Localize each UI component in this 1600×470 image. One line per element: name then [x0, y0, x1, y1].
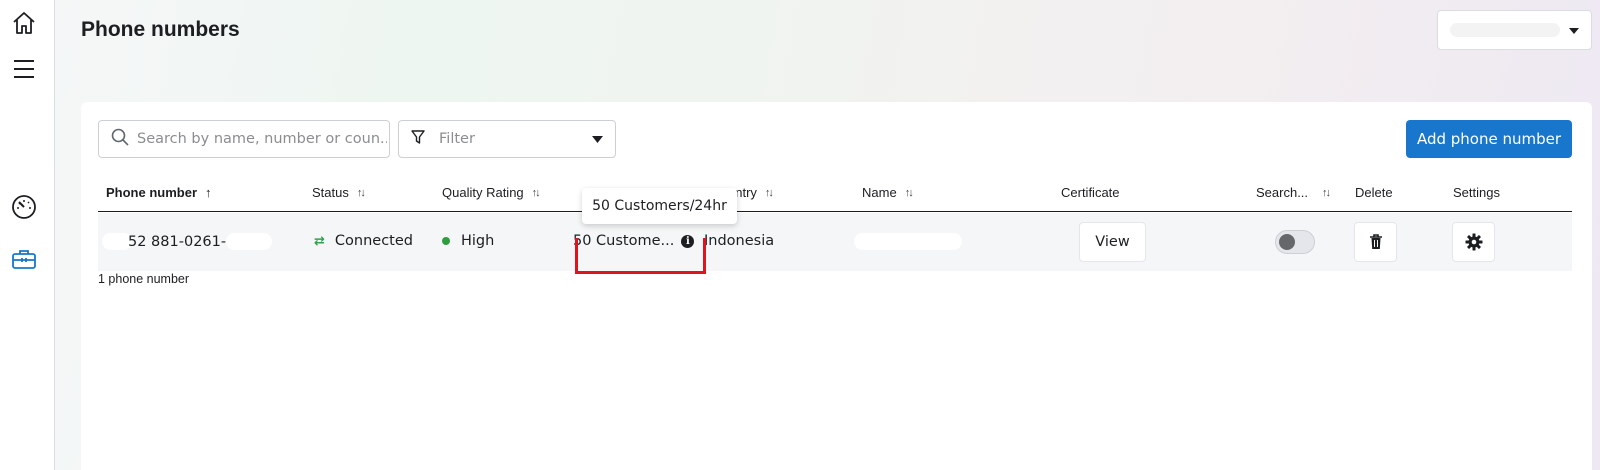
quality-rating-cell: High: [442, 233, 494, 249]
settings-button[interactable]: [1452, 222, 1495, 262]
search-box[interactable]: [98, 120, 390, 158]
column-header-search[interactable]: Search... ↑↓: [1256, 185, 1331, 200]
account-name-redacted: [1450, 23, 1560, 37]
column-header-status[interactable]: Status ↑↓: [312, 185, 366, 200]
caret-down-icon: [1569, 21, 1579, 39]
sort-ascending-icon: ↑: [205, 185, 212, 200]
sort-icon: ↑↓: [904, 186, 914, 199]
page-title: Phone numbers: [81, 18, 240, 41]
info-icon[interactable]: i: [681, 234, 695, 248]
sort-icon: ↑↓: [356, 186, 366, 199]
column-header-settings: Settings: [1453, 185, 1500, 200]
search-toggle[interactable]: [1275, 230, 1315, 254]
redacted-text: [854, 233, 962, 250]
table-header: Phone number ↑ Status ↑↓ Quality Rating ↑↓ …: [98, 174, 1572, 212]
column-header-quality-rating[interactable]: Quality Rating ↑↓: [442, 185, 541, 200]
column-header-name[interactable]: Name ↑↓: [862, 185, 914, 200]
column-header-phone-number[interactable]: Phone number ↑: [106, 185, 212, 200]
phone-number-count: 1 phone number: [98, 272, 190, 286]
phone-number-text: 52 881-0261-: [128, 233, 227, 250]
filter-label: Filter: [439, 131, 475, 147]
column-header-delete: Delete: [1355, 185, 1393, 200]
caret-down-icon: [592, 130, 603, 148]
menu-icon[interactable]: [10, 55, 38, 83]
home-icon[interactable]: [10, 9, 38, 37]
toggle-knob: [1279, 234, 1295, 250]
add-phone-number-button[interactable]: Add phone number: [1406, 120, 1572, 158]
phone-number-cell: 52 881-0261-: [102, 233, 273, 250]
messaging-limit-cell: 50 Custome... i: [573, 233, 695, 249]
left-nav-rail: [0, 0, 55, 470]
filter-icon: [411, 129, 425, 149]
toolbox-icon[interactable]: [10, 245, 38, 273]
status-cell: ⇄ Connected: [314, 233, 413, 249]
table-row[interactable]: 52 881-0261- ⇄ Connected High 50 Custome…: [98, 213, 1572, 271]
redacted-text: [226, 233, 273, 250]
quality-high-dot-icon: [442, 237, 450, 245]
filter-dropdown[interactable]: Filter: [398, 120, 616, 158]
delete-button[interactable]: [1354, 222, 1397, 262]
account-selector[interactable]: [1437, 10, 1592, 50]
sort-icon: ↑↓: [531, 186, 541, 199]
search-input[interactable]: [137, 131, 387, 147]
country-cell: Indonesia: [704, 233, 775, 249]
messaging-limit-tooltip: 50 Customers/24hr: [582, 188, 737, 224]
sort-icon: ↑↓: [1322, 186, 1331, 199]
gear-icon: [1465, 233, 1482, 251]
name-cell: [854, 233, 962, 250]
search-icon: [111, 128, 129, 151]
sort-icon: ↑↓: [764, 186, 774, 199]
connected-icon: ⇄: [314, 233, 325, 249]
column-header-certificate: Certificate: [1061, 185, 1120, 200]
phone-numbers-card: Filter Add phone number Phone number↑ St…: [81, 102, 1592, 470]
trash-icon: [1369, 234, 1382, 249]
gauge-icon[interactable]: [10, 193, 38, 221]
view-certificate-button[interactable]: View: [1079, 222, 1146, 262]
